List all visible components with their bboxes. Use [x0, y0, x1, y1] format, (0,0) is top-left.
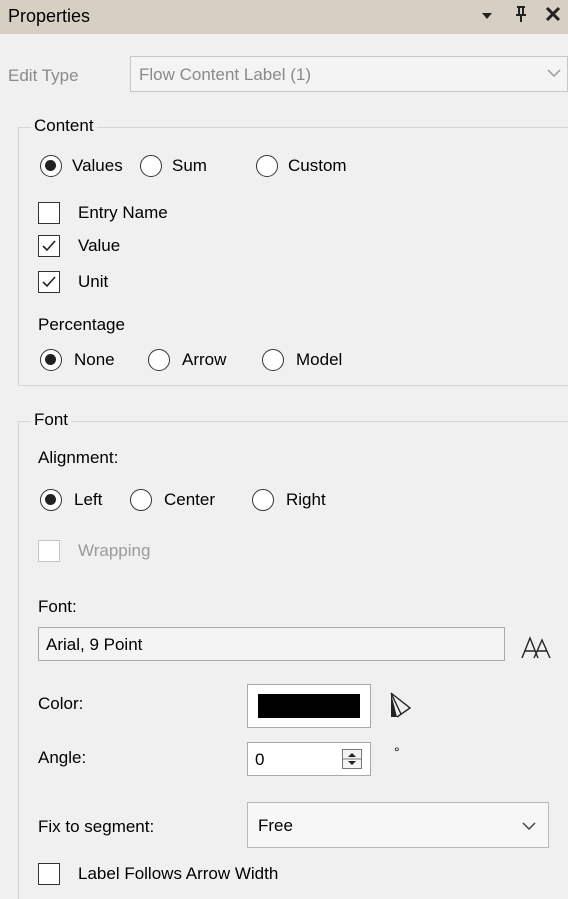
wrapping-label: Wrapping: [78, 541, 151, 560]
edit-type-value: Flow Content Label (1): [139, 65, 311, 84]
value-label: Value: [78, 236, 121, 255]
radio-arrow-label: Arrow: [182, 350, 227, 369]
chevron-down-icon: [520, 818, 538, 838]
entry-name-label: Entry Name: [78, 203, 168, 222]
arrow-width-checkbox[interactable]: [38, 863, 60, 885]
value-checkbox[interactable]: [38, 235, 60, 257]
font-label: Font:: [38, 597, 77, 616]
radio-custom[interactable]: [256, 155, 278, 177]
radio-right[interactable]: [252, 489, 274, 511]
unit-label: Unit: [78, 272, 109, 291]
color-label: Color:: [38, 694, 84, 713]
segment-label: Fix to segment:: [38, 817, 155, 836]
entry-name-checkbox[interactable]: [38, 202, 60, 224]
radio-left[interactable]: [40, 489, 62, 511]
radio-center-label: Center: [164, 490, 216, 509]
radio-values-label: Values: [72, 156, 123, 175]
font-field[interactable]: Arial, 9 Point: [38, 627, 505, 661]
unit-checkbox[interactable]: [38, 271, 60, 293]
angle-label: Angle:: [38, 748, 87, 767]
radio-right-label: Right: [286, 490, 326, 509]
angle-stepper[interactable]: 0: [247, 742, 371, 776]
radio-sum-label: Sum: [172, 156, 207, 175]
color-swatch-fill: [258, 694, 360, 718]
radio-custom-label: Custom: [288, 156, 347, 175]
font-value: Arial, 9 Point: [46, 635, 143, 654]
close-icon[interactable]: [545, 5, 561, 28]
angle-value: 0: [255, 750, 265, 769]
radio-left-label: Left: [74, 490, 103, 509]
color-swatch[interactable]: [247, 684, 371, 728]
checkmark-icon: [42, 240, 56, 252]
radio-sum[interactable]: [140, 155, 162, 177]
edit-type-label: Edit Type: [8, 66, 79, 85]
chevron-down-icon: [545, 66, 563, 85]
radio-model-label: Model: [296, 350, 343, 369]
segment-value: Free: [258, 816, 293, 835]
pin-icon[interactable]: [513, 4, 529, 29]
font-picker-icon[interactable]: [520, 634, 554, 665]
angle-unit: °: [394, 744, 400, 760]
edit-type-select[interactable]: Flow Content Label (1): [130, 56, 568, 92]
alignment-label: Alignment:: [38, 448, 119, 467]
wrapping-checkbox[interactable]: [38, 540, 60, 562]
stepper-buttons[interactable]: [342, 749, 362, 769]
radio-values[interactable]: [40, 155, 62, 177]
color-picker-icon[interactable]: [388, 690, 414, 725]
up-down-arrow-icon: [343, 753, 361, 765]
radio-arrow[interactable]: [148, 349, 170, 371]
dropdown-icon[interactable]: [480, 6, 494, 27]
radio-none[interactable]: [40, 349, 62, 371]
radio-model[interactable]: [262, 349, 284, 371]
panel-title: Properties: [8, 6, 91, 26]
content-legend: Content: [31, 116, 97, 136]
arrow-width-label: Label Follows Arrow Width: [78, 864, 279, 883]
percentage-label: Percentage: [38, 315, 125, 334]
checkmark-icon: [42, 276, 56, 288]
radio-none-label: None: [74, 350, 115, 369]
font-legend: Font: [31, 410, 72, 430]
segment-select[interactable]: Free: [247, 802, 549, 848]
panel-titlebar: Properties: [0, 0, 568, 34]
radio-center[interactable]: [130, 489, 152, 511]
